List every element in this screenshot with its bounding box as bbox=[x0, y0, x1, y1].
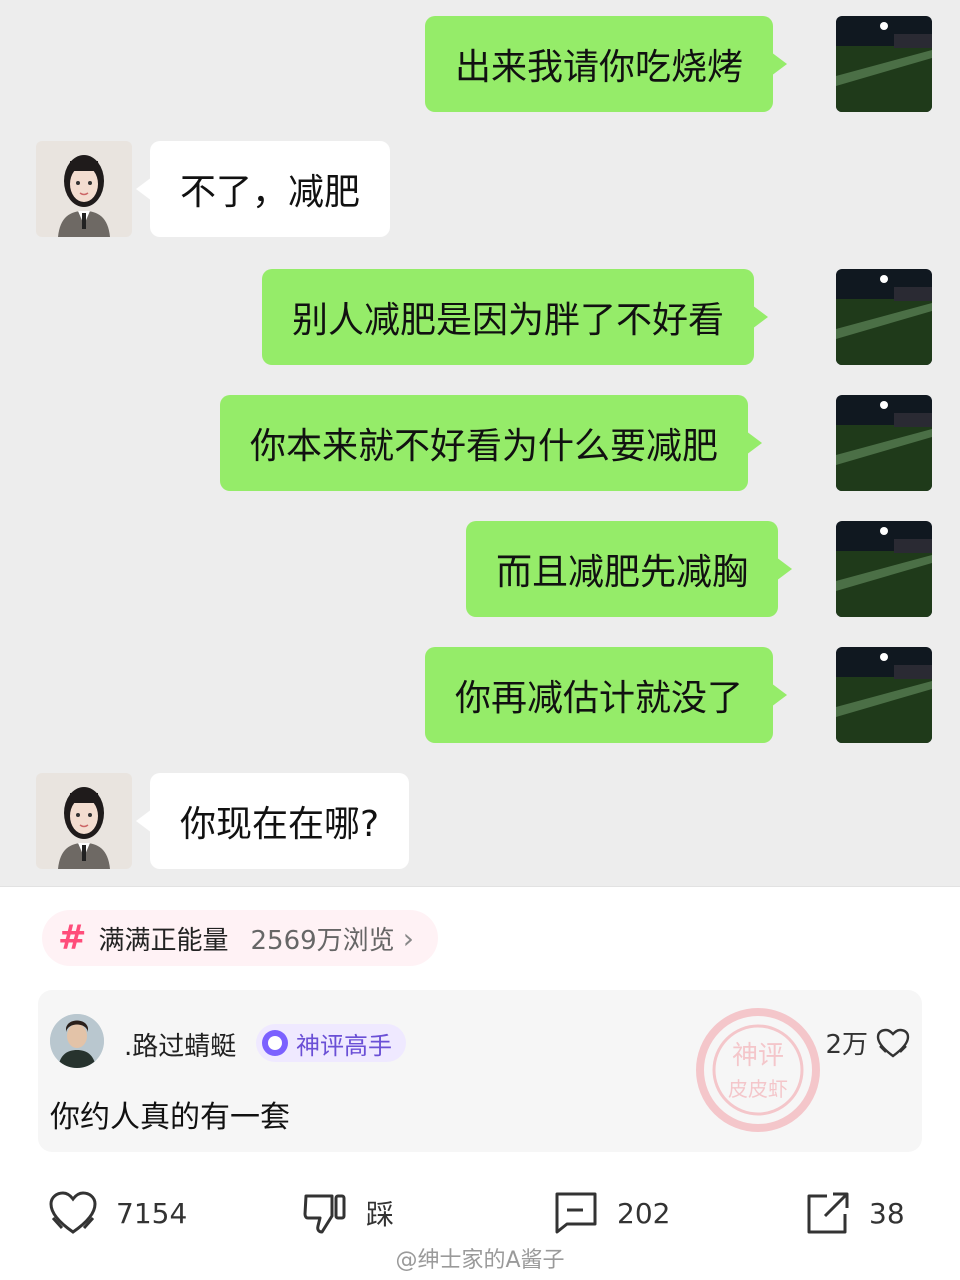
my-avatar bbox=[836, 269, 932, 365]
comment-count: 202 bbox=[617, 1196, 671, 1230]
message-text: 别人减肥是因为胖了不好看 bbox=[292, 300, 725, 341]
topic-name: 满满正能量 bbox=[98, 925, 229, 956]
share-button[interactable]: 38 bbox=[805, 1190, 905, 1236]
message-text: 而且减肥先减胸 bbox=[496, 552, 749, 593]
girl-avatar-icon bbox=[36, 773, 132, 869]
my-message-bubble: 出来我请你吃烧烤 bbox=[425, 16, 788, 112]
topic-tag[interactable]: # 满满正能量 2569万浏览 › bbox=[42, 910, 438, 966]
top-comment-card[interactable]: .路过蜻蜓 神评高手 神评 皮皮虾 2万 你约人真的有一套 bbox=[38, 990, 922, 1152]
comment-button[interactable]: 202 bbox=[553, 1190, 670, 1236]
comment-like-count: 2万 bbox=[825, 1030, 868, 1060]
stadium-photo-icon bbox=[836, 395, 932, 491]
my-message-bubble: 你再减估计就没了 bbox=[425, 647, 788, 743]
like-count: 7154 bbox=[116, 1196, 188, 1230]
stadium-photo-icon bbox=[836, 521, 932, 617]
weibo-watermark: @绅士家的A酱子 bbox=[395, 1248, 565, 1273]
my-message-bubble: 你本来就不好看为什么要减肥 bbox=[220, 395, 763, 491]
message-text: 你本来就不好看为什么要减肥 bbox=[250, 426, 719, 467]
thumbs-down-icon bbox=[303, 1194, 346, 1234]
comment-icon bbox=[555, 1192, 597, 1234]
my-message-bubble: 而且减肥先减胸 bbox=[466, 521, 793, 617]
contact-message-bubble: 你现在在哪? bbox=[135, 773, 410, 869]
heart-icon bbox=[876, 1028, 910, 1057]
man-avatar-icon bbox=[50, 1014, 104, 1068]
chat-screenshot: 出来我请你吃烧烤 不了，减肥 别人减肥是因为胖了不好看 你本来就不好看为什么要减… bbox=[0, 0, 960, 887]
message-text: 你再减估计就没了 bbox=[455, 678, 744, 719]
chevron-right-icon: › bbox=[402, 921, 414, 955]
god-comment-badge: 神评高手 bbox=[256, 1024, 406, 1062]
my-avatar bbox=[836, 521, 932, 617]
my-message-bubble: 别人减肥是因为胖了不好看 bbox=[262, 269, 769, 365]
contact-avatar bbox=[36, 773, 132, 869]
dislike-label: 踩 bbox=[366, 1198, 395, 1231]
post-action-bar: 7154 踩 202 38 bbox=[0, 1180, 960, 1250]
like-button[interactable]: 7154 bbox=[48, 1190, 187, 1236]
message-text: 不了，减肥 bbox=[180, 172, 361, 213]
svg-text:神评: 神评 bbox=[732, 1041, 784, 1071]
my-avatar bbox=[836, 647, 932, 743]
hashtag-icon: # bbox=[58, 918, 87, 958]
comment-like-button[interactable]: 2万 bbox=[825, 1024, 910, 1061]
my-avatar bbox=[836, 395, 932, 491]
contact-message-bubble: 不了，减肥 bbox=[135, 141, 391, 237]
stadium-photo-icon bbox=[836, 16, 932, 112]
heart-icon bbox=[49, 1191, 97, 1234]
share-icon bbox=[807, 1192, 849, 1234]
message-text: 出来我请你吃烧烤 bbox=[455, 47, 744, 88]
svg-text:皮皮虾: 皮皮虾 bbox=[728, 1077, 788, 1101]
dislike-button[interactable]: 踩 bbox=[302, 1190, 394, 1236]
girl-avatar-icon bbox=[36, 141, 132, 237]
comment-text: 你约人真的有一套 bbox=[50, 1100, 290, 1135]
contact-avatar bbox=[36, 141, 132, 237]
my-avatar bbox=[836, 16, 932, 112]
badge-label: 神评高手 bbox=[296, 1031, 392, 1060]
stadium-photo-icon bbox=[836, 647, 932, 743]
topic-views: 2569万浏览 bbox=[250, 925, 395, 956]
stadium-photo-icon bbox=[836, 269, 932, 365]
share-count: 38 bbox=[869, 1196, 905, 1230]
stamp-seal-icon: 神评 皮皮虾 bbox=[688, 1000, 828, 1140]
commenter-username[interactable]: .路过蜻蜓 bbox=[124, 1026, 236, 1063]
commenter-avatar[interactable] bbox=[50, 1014, 104, 1068]
message-text: 你现在在哪? bbox=[180, 804, 380, 845]
medal-icon bbox=[262, 1030, 288, 1056]
